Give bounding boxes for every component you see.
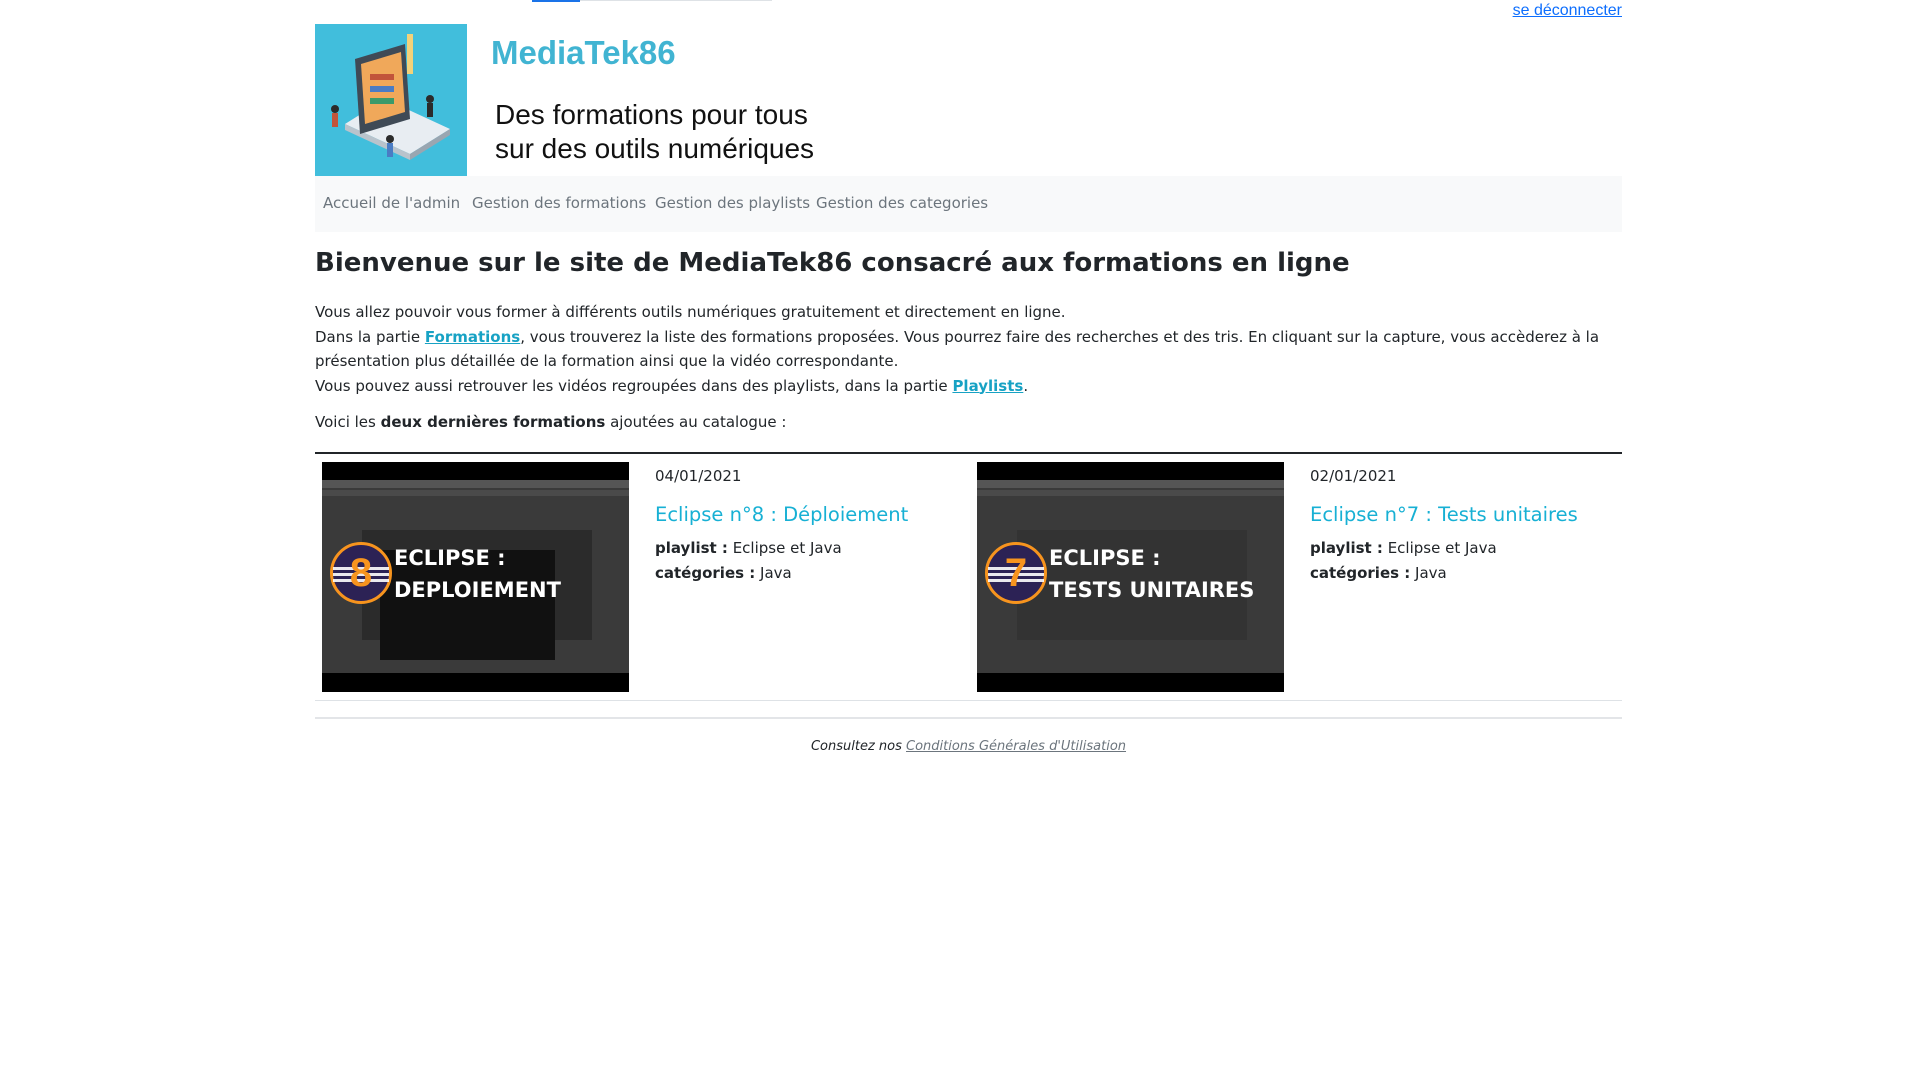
site-header: MediaTek86 Des formations pour tous sur … — [315, 24, 1622, 176]
formation-thumbnail-1[interactable]: 8 ECLIPSE : DEPLOIEMENT — [322, 462, 629, 692]
playlist-value: Eclipse et Java — [1387, 539, 1497, 557]
site-tagline: Des formations pour tous sur des outils … — [495, 98, 814, 166]
categories-label: catégories : — [1310, 564, 1411, 582]
thumbnail-number: 8 — [349, 551, 373, 595]
categories-value: Java — [760, 564, 792, 582]
intro-line-3-after: . — [1023, 376, 1029, 395]
admin-navbar: Accueil de l'admin Gestion des formation… — [315, 176, 1622, 232]
laptop-library-illustration-icon — [315, 24, 467, 176]
voici-before: Voici les — [315, 413, 381, 431]
voici-bold: deux dernières formations — [380, 413, 606, 431]
formations-link[interactable]: Formations — [425, 328, 520, 346]
thumbnail-bar — [322, 480, 629, 488]
thumbnail-caption-line-2: DEPLOIEMENT — [394, 578, 561, 602]
thumbnail-caption-line-2: TESTS UNITAIRES — [1049, 578, 1255, 602]
nav-item-manage-categories[interactable]: Gestion des categories — [816, 194, 988, 212]
thumbnail-caption: ECLIPSE : DEPLOIEMENT — [394, 542, 561, 606]
nav-item-manage-formations[interactable]: Gestion des formations — [472, 194, 646, 212]
thumbnail-number: 7 — [1004, 551, 1028, 595]
formation-date-1: 04/01/2021 — [655, 467, 742, 485]
formation-playlist-2: playlist : Eclipse et Java — [1310, 539, 1497, 557]
playlist-value: Eclipse et Java — [732, 539, 842, 557]
logout-link[interactable]: se déconnecter — [1513, 2, 1622, 20]
latest-formations-intro: Voici les deux dernières formations ajou… — [315, 413, 786, 431]
playlists-link[interactable]: Playlists — [952, 377, 1023, 395]
tagline-line-2: sur des outils numériques — [495, 133, 815, 164]
intro-text: Vous allez pouvoir vous former à différe… — [315, 300, 1615, 398]
intro-line-3-before: Vous pouvez aussi retrouver les vidéos r… — [315, 376, 953, 395]
thumbnail-bar — [322, 490, 629, 496]
footer-text: Consultez nos — [810, 739, 907, 754]
thumbnail-caption: ECLIPSE : TESTS UNITAIRES — [1049, 542, 1254, 606]
eclipse-logo-icon: 7 — [985, 542, 1047, 604]
intro-line-2-before: Dans la partie — [315, 327, 425, 346]
footer-divider — [315, 717, 1622, 719]
page-container: se déconnecter MediaTek86 Des formations… — [315, 0, 1622, 1080]
site-title: MediaTek86 — [491, 34, 676, 71]
eclipse-logo-icon: 8 — [330, 542, 392, 604]
playlist-label: playlist : — [655, 539, 728, 557]
thumbnail-caption-line-1: ECLIPSE : — [394, 546, 506, 570]
intro-line-3: Vous pouvez aussi retrouver les vidéos r… — [315, 374, 1615, 399]
table-row-border — [315, 700, 1622, 701]
playlist-label: playlist : — [1310, 539, 1383, 557]
voici-after: ajoutées au catalogue : — [605, 413, 787, 431]
thumbnail-bar — [977, 480, 1284, 488]
formation-date-2: 02/01/2021 — [1310, 467, 1397, 485]
formation-categories-2: catégories : Java — [1310, 564, 1447, 582]
formation-title-link-1[interactable]: Eclipse n°8 : Déploiement — [655, 503, 908, 526]
intro-line-2: Dans la partie Formations, vous trouvere… — [315, 325, 1615, 374]
site-logo[interactable] — [315, 24, 467, 176]
formation-thumbnail-2[interactable]: 7 ECLIPSE : TESTS UNITAIRES — [977, 462, 1284, 692]
thumbnail-caption-line-1: ECLIPSE : — [1049, 546, 1161, 570]
table-top-border — [315, 452, 1622, 454]
formation-categories-1: catégories : Java — [655, 564, 792, 582]
thumbnail-bar — [977, 490, 1284, 496]
nav-item-manage-playlists[interactable]: Gestion des playlists — [655, 194, 810, 212]
intro-line-1: Vous allez pouvoir vous former à différe… — [315, 303, 1066, 321]
tagline-line-1: Des formations pour tous — [495, 99, 808, 130]
nav-item-admin-home[interactable]: Accueil de l'admin — [323, 194, 460, 212]
formation-playlist-1: playlist : Eclipse et Java — [655, 539, 842, 557]
formation-title-link-2[interactable]: Eclipse n°7 : Tests unitaires — [1310, 503, 1578, 526]
cgu-link[interactable]: Conditions Générales d'Utilisation — [906, 739, 1126, 754]
page-footer: Consultez nos Conditions Générales d'Uti… — [315, 739, 1622, 754]
categories-value: Java — [1415, 564, 1447, 582]
page-title: Bienvenue sur le site de MediaTek86 cons… — [315, 248, 1350, 278]
categories-label: catégories : — [655, 564, 756, 582]
